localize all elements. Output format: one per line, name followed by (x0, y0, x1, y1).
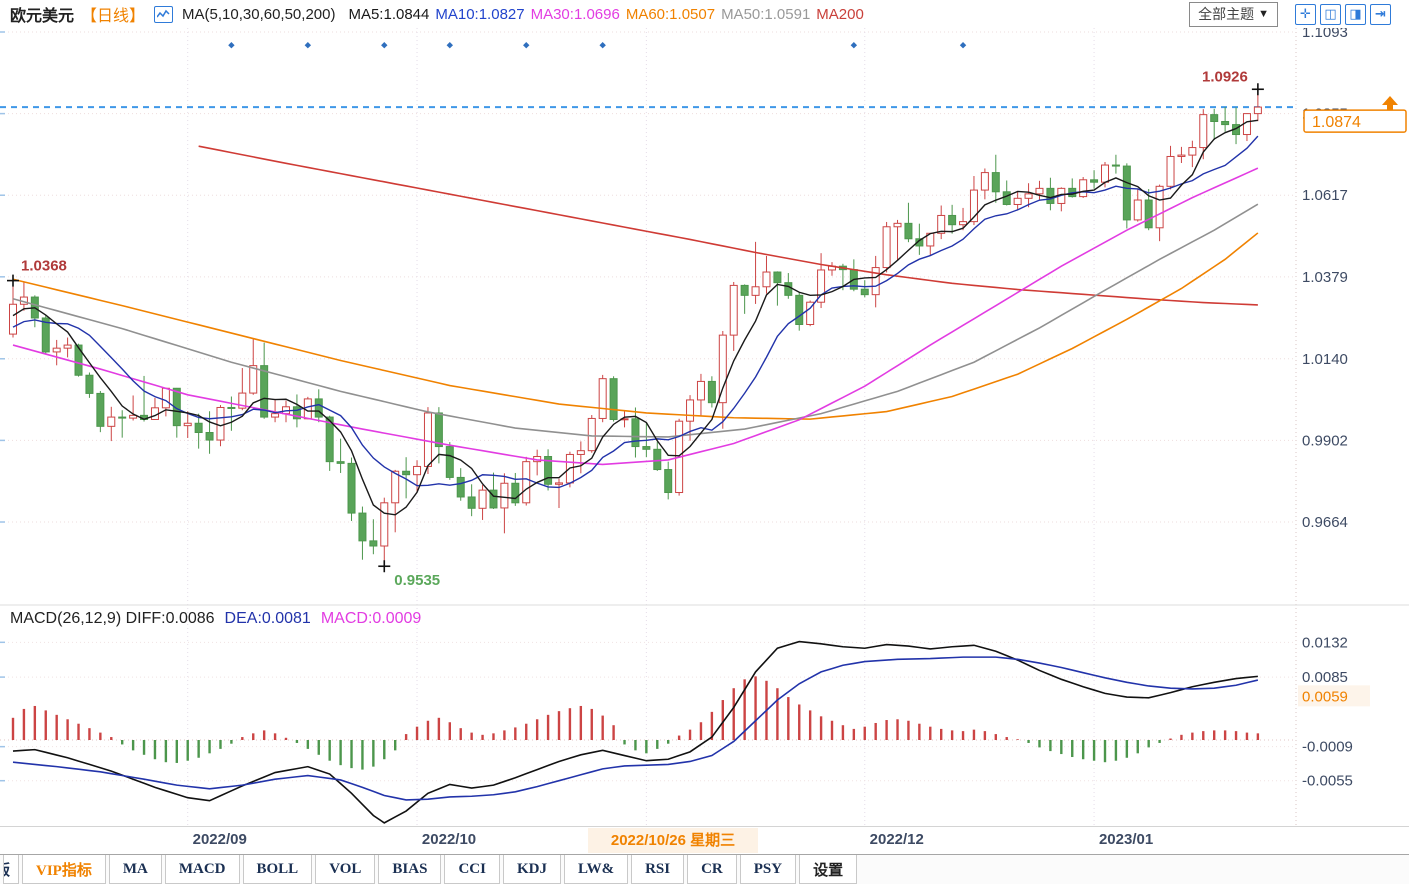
pane-left-axis-icon[interactable]: ◫ (1320, 3, 1341, 25)
header-toolbar: ✛ ◫ ◨ ⇥ (1295, 3, 1395, 25)
chart-plot-area[interactable]: 1.10931.08551.06171.03791.01400.99020.96… (0, 24, 1409, 826)
svg-text:0.9535: 0.9535 (394, 572, 440, 589)
svg-text:0.9664: 0.9664 (1302, 514, 1348, 531)
chevron-down-icon: ▼ (1258, 7, 1269, 20)
svg-text:0.0059: 0.0059 (1302, 688, 1348, 705)
svg-text:1.0379: 1.0379 (1302, 269, 1348, 286)
tab-partial[interactable]: 版 (3, 855, 19, 884)
symbol-title: 欧元美元 (10, 8, 75, 25)
svg-text:1.1093: 1.1093 (1302, 28, 1348, 41)
x-axis-label: 2022/10 (421, 831, 477, 848)
ma-legend-item: MA5:1.0844 (348, 5, 430, 23)
macd-macd-value: MACD:0.0009 (320, 610, 422, 627)
tab-LW&[interactable]: LW& (563, 855, 629, 884)
crosshair-move-icon[interactable]: ✛ (1295, 3, 1316, 25)
x-axis-label: 2022/09 (192, 831, 247, 848)
svg-text:1.0874: 1.0874 (1312, 114, 1361, 131)
trading-app: 欧元美元 【日线】 MA(5,10,30,60,50,200) MA5:1.08… (0, 0, 1409, 884)
selected-date-label: 2022/10/26 星期三 (588, 828, 758, 853)
macd-title-and-diff: MACD(26,12,9) DIFF:0.0086 (10, 610, 215, 627)
tab-BIAS[interactable]: BIAS (378, 855, 442, 884)
svg-text:0.0132: 0.0132 (1302, 634, 1348, 651)
svg-text:1.0926: 1.0926 (1202, 68, 1248, 85)
pane-export-icon[interactable]: ⇥ (1370, 3, 1391, 25)
x-axis-label: 2022/12 (869, 831, 924, 848)
kline-chart-icon (154, 5, 174, 23)
indicator-tab-bar: 版 VIP指标MAMACDBOLLVOLBIASCCIKDJLW&RSICRPS… (0, 854, 1409, 884)
ma-legend-item: MA30:1.0696 (530, 5, 620, 23)
tab-KDJ[interactable]: KDJ (502, 855, 561, 884)
svg-text:1.0617: 1.0617 (1302, 187, 1348, 204)
tab-BOLL[interactable]: BOLL (242, 855, 313, 884)
ma-legend-item: MA50:1.0591 (721, 5, 811, 23)
svg-text:0.0085: 0.0085 (1302, 669, 1348, 686)
tab-RSI[interactable]: RSI (631, 855, 685, 884)
macd-dea-value: DEA:0.0081 (224, 610, 311, 627)
svg-text:1.0140: 1.0140 (1302, 351, 1348, 368)
ma-legend-item: MA10:1.0827 (435, 5, 525, 23)
ma-legend: MA5:1.0844 MA10:1.0827 MA30:1.0696 MA60:1.0… (342, 6, 863, 23)
chart-header: 欧元美元 【日线】 MA(5,10,30,60,50,200) MA5:1.08… (0, 0, 1409, 28)
x-axis-date-row: 2022/10/26 星期三 2022/09 2022/10 2022/12 2023… (0, 826, 1409, 854)
x-axis-label: 2023/01 (1098, 831, 1154, 848)
ma-legend-item: MA60:1.0507 (625, 5, 716, 23)
tab-VIP指标[interactable]: VIP指标 (22, 855, 106, 884)
svg-text:-0.0009: -0.0009 (1302, 739, 1353, 756)
pane-right-axis-icon[interactable]: ◨ (1345, 3, 1366, 25)
tab-VOL[interactable]: VOL (315, 855, 376, 884)
tab-设置[interactable]: 设置 (799, 855, 858, 884)
svg-text:-0.0055: -0.0055 (1302, 773, 1353, 790)
ma-legend-item: MA200 (816, 5, 864, 23)
chart-canvas: 1.10931.08551.06171.03791.01400.99020.96… (0, 24, 1409, 826)
ma-group-label: MA(5,10,30,60,50,200) (182, 5, 336, 23)
svg-text:0.9902: 0.9902 (1302, 432, 1348, 449)
svg-text:1.0368: 1.0368 (21, 258, 67, 275)
tab-MA[interactable]: MA (108, 855, 162, 884)
theme-select-button[interactable]: 全部主题 ▼ (1189, 1, 1278, 27)
tab-PSY[interactable]: PSY (739, 855, 797, 884)
theme-select-label: 全部主题 (1198, 5, 1255, 22)
macd-header: MACD(26,12,9) DIFF:0.0086 DEA:0.0081 MAC… (10, 610, 421, 628)
tab-MACD[interactable]: MACD (164, 855, 240, 884)
tab-CR[interactable]: CR (687, 855, 737, 884)
tab-CCI[interactable]: CCI (444, 855, 500, 884)
period-tag: 【日线】 (81, 8, 146, 25)
